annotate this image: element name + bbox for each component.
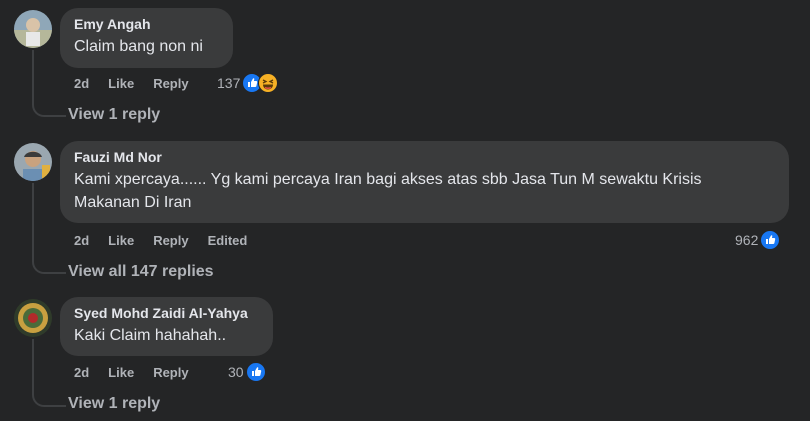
reaction-count: 30 <box>228 364 244 380</box>
view-replies-link[interactable]: View 1 reply <box>68 394 160 414</box>
thread-line <box>32 339 66 407</box>
comment-author[interactable]: Syed Mohd Zaidi Al-Yahya <box>74 305 259 322</box>
avatar[interactable] <box>14 299 52 337</box>
reply-button[interactable]: Reply <box>153 365 188 380</box>
comment-time[interactable]: 2d <box>74 365 89 380</box>
comment-text: Kaki Claim hahahah.. <box>74 327 227 344</box>
like-button[interactable]: Like <box>108 365 134 380</box>
comment-bubble: Syed Mohd Zaidi Al-Yahya Kaki Claim haha… <box>60 297 273 356</box>
reaction-summary[interactable]: 30 <box>228 361 266 383</box>
like-icon <box>245 362 266 382</box>
comment-3: Syed Mohd Zaidi Al-Yahya Kaki Claim haha… <box>0 0 810 421</box>
comment-actions: 2d Like Reply <box>74 363 208 381</box>
